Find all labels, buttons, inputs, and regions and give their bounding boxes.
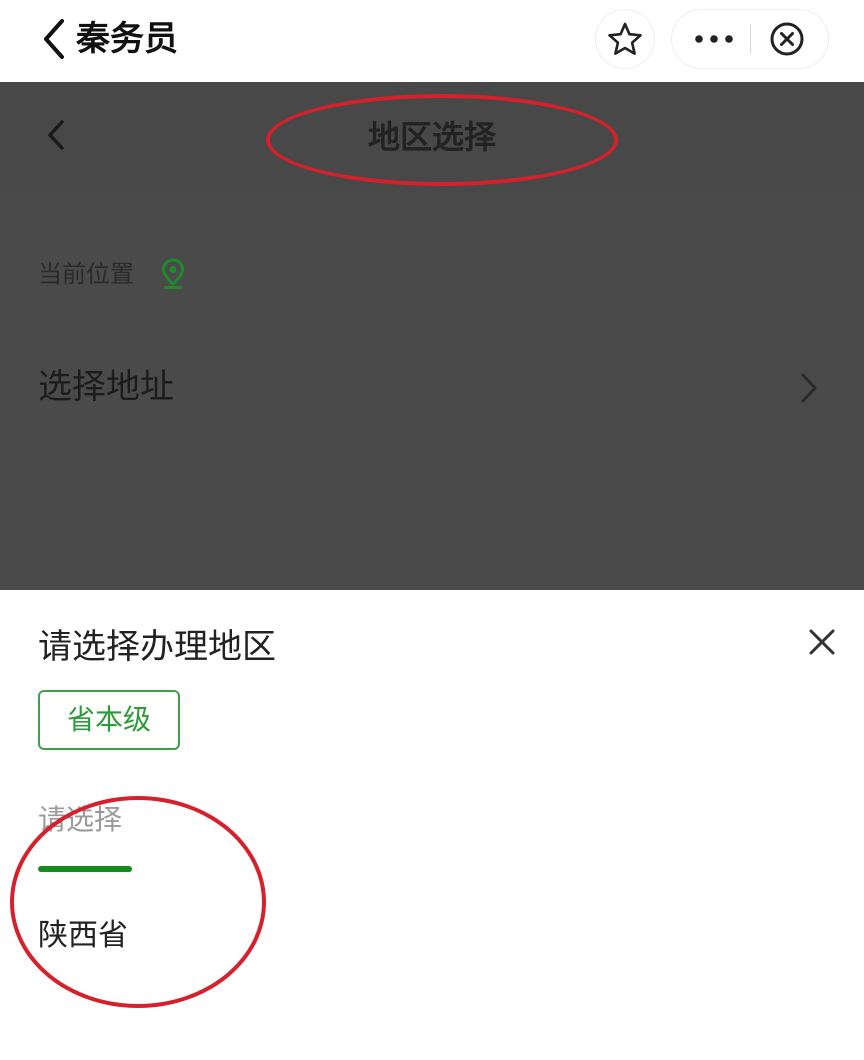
chevron-left-icon <box>44 19 64 59</box>
active-tab-indicator <box>38 866 132 872</box>
select-address-row[interactable]: 选择地址 <box>0 352 864 422</box>
close-icon <box>809 629 835 655</box>
star-icon <box>608 22 642 55</box>
menu-capsule <box>672 10 828 68</box>
province-level-tag[interactable]: 省本级 <box>38 690 180 750</box>
page-header: 地区选择 <box>0 82 864 192</box>
region-tab-placeholder[interactable]: 请选择 <box>38 800 122 840</box>
current-location-label: 当前位置 <box>38 260 134 288</box>
sheet-close-button[interactable] <box>800 620 844 664</box>
more-icon <box>695 35 733 43</box>
app-title: 秦务员 <box>76 19 178 59</box>
more-button[interactable] <box>672 10 750 68</box>
mini-program-top-bar: 秦务员 <box>0 0 864 82</box>
region-picker-sheet: 请选择办理地区 省本级 请选择 陕西省 <box>0 590 864 1060</box>
sheet-title: 请选择办理地区 <box>38 627 276 667</box>
back-button[interactable] <box>38 16 70 62</box>
close-circle-icon <box>770 22 804 56</box>
page-title: 地区选择 <box>367 118 496 156</box>
region-option-item[interactable]: 陕西省 <box>38 914 128 958</box>
select-address-text: 选择地址 <box>38 367 174 407</box>
favorite-button[interactable] <box>596 10 654 68</box>
dimmed-page-overlay[interactable]: 地区选择 当前位置 选择地址 <box>0 82 864 590</box>
chevron-right-icon <box>801 373 817 403</box>
location-pin-icon <box>161 258 185 289</box>
close-mini-program-button[interactable] <box>751 10 828 68</box>
app-screen: 秦务员 地区选择 当前位置 选择地址 请选择办理地区 省本级 请选择 陕西省 <box>0 0 864 1060</box>
